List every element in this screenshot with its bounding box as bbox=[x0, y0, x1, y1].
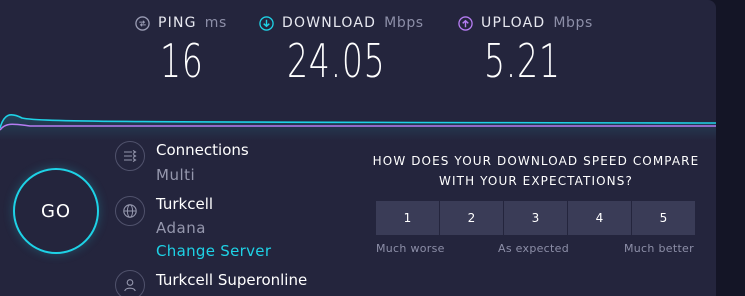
speed-graph bbox=[0, 114, 716, 140]
scale-mid-label: As expected bbox=[498, 242, 569, 255]
globe-icon bbox=[115, 196, 145, 226]
change-server-link[interactable]: Change Server bbox=[156, 242, 271, 260]
rating-option-1[interactable]: 1 bbox=[376, 201, 439, 235]
go-button[interactable]: GO bbox=[13, 168, 99, 254]
rating-scale: 1 2 3 4 5 bbox=[376, 201, 695, 235]
page-background-edge bbox=[716, 0, 745, 296]
rating-option-4[interactable]: 4 bbox=[568, 201, 631, 235]
upload-icon bbox=[458, 15, 473, 31]
ping-icon bbox=[135, 15, 150, 31]
rating-option-3[interactable]: 3 bbox=[504, 201, 567, 235]
ping-unit: ms bbox=[204, 15, 227, 31]
provider-name: Turkcell Superonline bbox=[156, 271, 308, 289]
ping-label: PING bbox=[158, 15, 197, 31]
connections-mode[interactable]: Multi bbox=[156, 166, 195, 184]
rating-option-2[interactable]: 2 bbox=[440, 201, 503, 235]
download-icon bbox=[259, 15, 274, 31]
ping-metric: PING ms 16 bbox=[135, 12, 227, 88]
survey-question-line-2: WITH YOUR EXPECTATIONS? bbox=[439, 174, 633, 188]
rating-option-5[interactable]: 5 bbox=[632, 201, 695, 235]
scale-low-label: Much worse bbox=[376, 242, 445, 255]
download-label: DOWNLOAD bbox=[282, 15, 377, 31]
upload-unit: Mbps bbox=[553, 15, 593, 31]
download-metric: DOWNLOAD Mbps 24.05 bbox=[259, 12, 424, 88]
upload-metric: UPLOAD Mbps 5.21 bbox=[458, 12, 593, 88]
server-name: Turkcell bbox=[156, 195, 214, 213]
download-value: 24.05 bbox=[287, 34, 386, 88]
download-graph-area bbox=[0, 114, 716, 140]
scale-high-label: Much better bbox=[624, 242, 694, 255]
server-location: Adana bbox=[156, 219, 206, 237]
connections-title: Connections bbox=[156, 141, 249, 159]
survey-question: HOW DOES YOUR DOWNLOAD SPEED COMPARE WIT… bbox=[356, 151, 716, 191]
upload-label: UPLOAD bbox=[481, 15, 546, 31]
speedtest-panel: PING ms 16 DOWNLOAD Mbps 24.05 UPLOAD Mb… bbox=[0, 0, 716, 296]
ping-value: 16 bbox=[160, 34, 204, 88]
connections-icon[interactable] bbox=[115, 141, 145, 171]
survey-question-line-1: HOW DOES YOUR DOWNLOAD SPEED COMPARE bbox=[372, 154, 700, 168]
upload-value: 5.21 bbox=[484, 34, 561, 88]
user-icon bbox=[115, 270, 145, 296]
download-unit: Mbps bbox=[384, 15, 424, 31]
